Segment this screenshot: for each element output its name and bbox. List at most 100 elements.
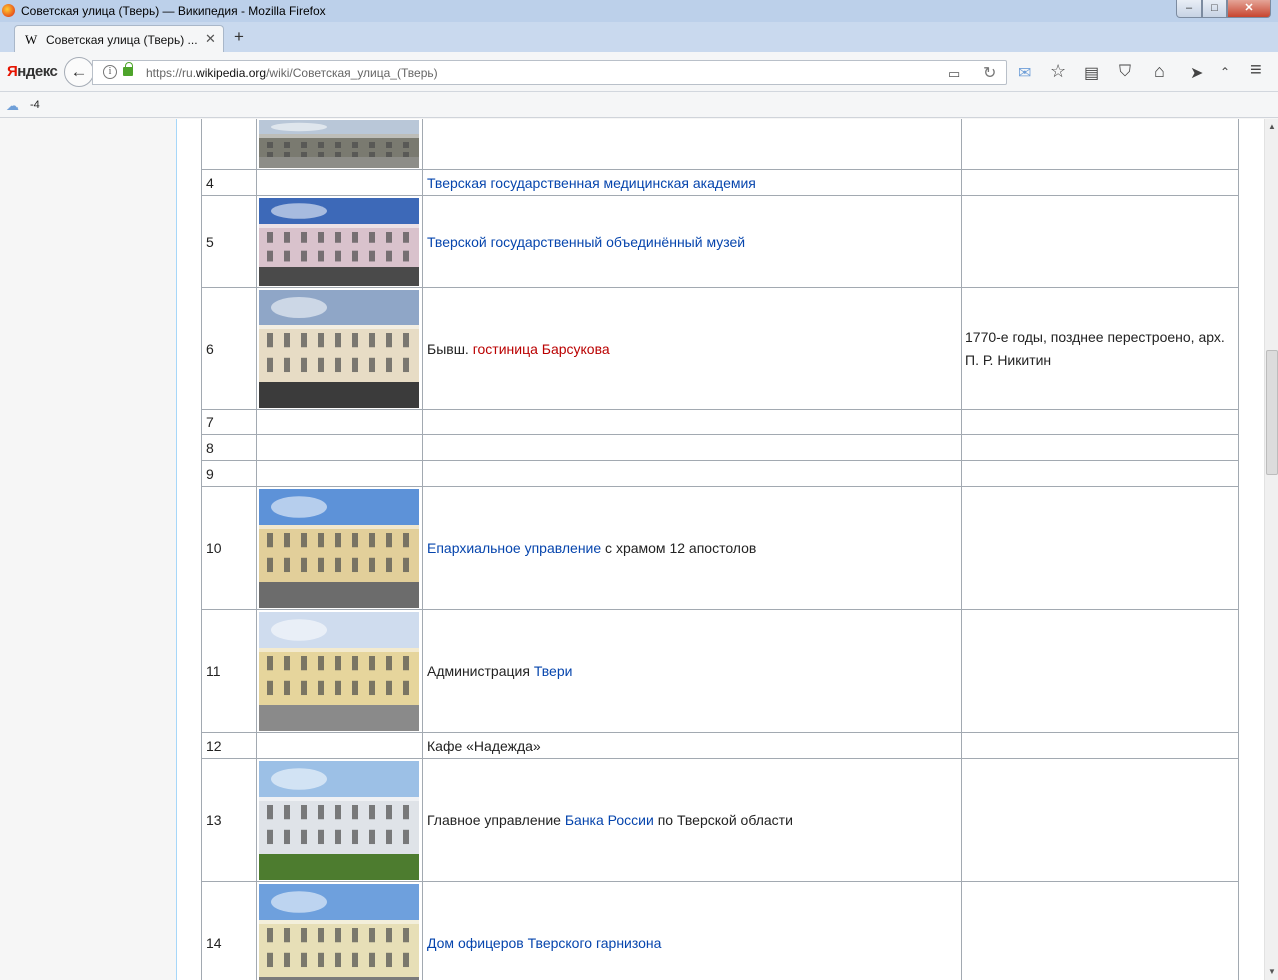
notes-cell (961, 434, 1239, 461)
scrollbar-thumb[interactable] (1266, 350, 1278, 475)
photo-cell (256, 609, 423, 733)
building-name-text: Кафе «Надежда» (427, 737, 541, 754)
chevron-up-icon[interactable]: ⌃ (1220, 65, 1230, 79)
notes-cell (961, 486, 1239, 610)
photo-cell (256, 195, 423, 288)
building-name-text: Главное управление (427, 812, 565, 828)
table-row: 8 (201, 434, 1239, 461)
building-name-cell (422, 460, 962, 487)
tab-active[interactable]: W Советская улица (Тверь) ... ✕ (14, 25, 224, 52)
tab-title: Советская улица (Тверь) ... (46, 33, 198, 47)
minimize-button[interactable]: ‒ (1176, 0, 1202, 18)
row-number: 11 (206, 663, 221, 679)
building-name-text: Бывш. (427, 340, 473, 357)
notes-cell (961, 195, 1239, 288)
notes-cell (961, 732, 1239, 759)
building-name-text: Администрация (427, 663, 534, 679)
notes-cell (961, 119, 1239, 170)
cloud-icon: ☁ (6, 98, 19, 113)
tab-bar: W Советская улица (Тверь) ... ✕ + (0, 22, 1278, 52)
article-link[interactable]: Дом офицеров Тверского гарнизона (427, 935, 661, 951)
send-icon[interactable]: ➤ (1190, 63, 1203, 83)
weather-temperature[interactable]: -4 (30, 99, 40, 111)
maximize-button[interactable]: □ (1202, 0, 1227, 18)
library-icon[interactable]: ▤ (1084, 63, 1099, 83)
building-photo[interactable] (259, 197, 419, 286)
close-window-button[interactable]: ✕ (1227, 0, 1271, 18)
row-number-cell: 12 (201, 732, 257, 759)
building-photo[interactable] (259, 760, 419, 880)
new-tab-button[interactable]: + (234, 27, 244, 47)
menu-icon[interactable]: ≡ (1250, 59, 1262, 82)
scroll-down-icon[interactable]: ▼ (1268, 967, 1276, 976)
building-name-cell: Дом офицеров Тверского гарнизона (422, 881, 962, 980)
row-number: 10 (206, 540, 222, 556)
article-link[interactable]: Твери (534, 663, 573, 679)
building-name-cell: Главное управление Банка России по Тверс… (422, 758, 962, 882)
row-number: 9 (206, 465, 214, 482)
table-row: 13 Главное управление Банка России по Тв… (201, 758, 1239, 882)
article-link[interactable]: Тверская государственная медицинская ака… (427, 175, 756, 191)
row-number: 6 (206, 340, 214, 357)
table-row: 12 Кафе «Надежда» (201, 732, 1239, 759)
building-name-cell (422, 119, 962, 170)
notes-text: 1770-е годы, позднее перестроено, арх. П… (965, 328, 1225, 368)
tab-close-icon[interactable]: ✕ (205, 31, 216, 47)
table-row: 9 (201, 460, 1239, 487)
photo-cell (256, 169, 423, 196)
table-row: 11 Администрация Твери (201, 609, 1239, 733)
back-button[interactable]: ← (64, 57, 94, 87)
mail-icon[interactable]: ✉ (1018, 63, 1031, 83)
table-row: 4 Тверская государственная медицинская ак… (201, 169, 1239, 196)
url-text[interactable]: https://ru.wikipedia.org/wiki/Советская_… (146, 66, 438, 80)
wikipedia-favicon-icon: W (25, 32, 38, 47)
table-row: 10 Епархиальное управление с храмом 12 а… (201, 486, 1239, 610)
building-name-cell: Кафе «Надежда» (422, 732, 962, 759)
building-name-cell (422, 434, 962, 461)
article-link[interactable]: Банка России (565, 812, 654, 828)
row-number-cell: 13 (201, 758, 257, 882)
article-link[interactable]: гостиница Барсукова (473, 341, 610, 357)
row-number-cell: 11 (201, 609, 257, 733)
bookmark-star-icon[interactable]: ☆ (1050, 61, 1066, 82)
building-photo[interactable] (259, 119, 419, 168)
building-name-cell: Тверская государственная медицинская ака… (422, 169, 962, 196)
photo-cell (256, 881, 423, 980)
table-row: 5 Тверской государственный объединённый … (201, 195, 1239, 288)
notes-cell (961, 609, 1239, 733)
row-number: 5 (206, 233, 214, 250)
row-number-cell: 10 (201, 486, 257, 610)
row-number: 4 (206, 174, 214, 191)
reload-icon[interactable]: ↻ (983, 63, 996, 83)
reader-view-icon[interactable]: ▭ (948, 66, 960, 82)
row-number-cell (201, 119, 257, 170)
building-photo[interactable] (259, 488, 419, 608)
photo-cell (256, 758, 423, 882)
building-photo[interactable] (259, 611, 419, 731)
yandex-logo[interactable]: Яндекс (7, 63, 58, 80)
table-row (201, 119, 1239, 170)
vertical-scrollbar[interactable]: ▲ ▼ (1264, 119, 1278, 980)
article-link[interactable]: Тверской государственный объединённый му… (427, 234, 745, 250)
table-row: 7 (201, 409, 1239, 435)
url-bar[interactable]: i https://ru.wikipedia.org/wiki/Советска… (92, 60, 1007, 85)
row-number: 13 (206, 812, 222, 828)
building-name-cell: Бывш. гостиница Барсукова (422, 287, 962, 410)
home-icon[interactable]: ⌂ (1154, 61, 1165, 82)
building-photo[interactable] (259, 289, 419, 408)
row-number-cell: 9 (201, 460, 257, 487)
row-number-cell: 7 (201, 409, 257, 435)
pocket-icon[interactable]: ⛉ (1119, 63, 1131, 81)
row-number: 14 (206, 935, 222, 951)
scroll-up-icon[interactable]: ▲ (1268, 122, 1276, 131)
site-info-icon[interactable]: i (103, 65, 117, 79)
article-link[interactable]: Епархиальное управление (427, 540, 601, 556)
notes-cell (961, 758, 1239, 882)
building-name-cell: Тверской государственный объединённый му… (422, 195, 962, 288)
row-number: 12 (206, 737, 222, 754)
photo-cell (256, 732, 423, 759)
table-row: 14 Дом офицеров Тверского гарнизона (201, 881, 1239, 980)
window-title: Советская улица (Тверь) — Википедия - Mo… (21, 4, 326, 18)
photo-cell (256, 460, 423, 487)
building-photo[interactable] (259, 883, 419, 980)
